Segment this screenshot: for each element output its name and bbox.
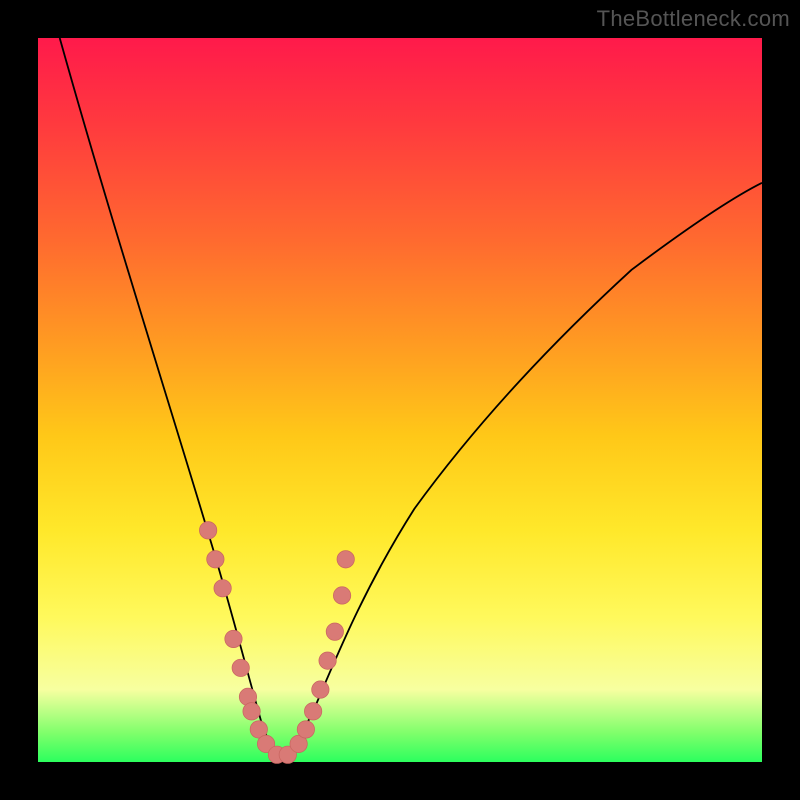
right-branch-path [281, 183, 762, 758]
chart-stage: TheBottleneck.com [0, 0, 800, 800]
watermark-text: TheBottleneck.com [597, 6, 790, 32]
chart-svg [38, 38, 762, 762]
left-branch-path [60, 38, 281, 758]
dot-markers-group [199, 522, 354, 764]
